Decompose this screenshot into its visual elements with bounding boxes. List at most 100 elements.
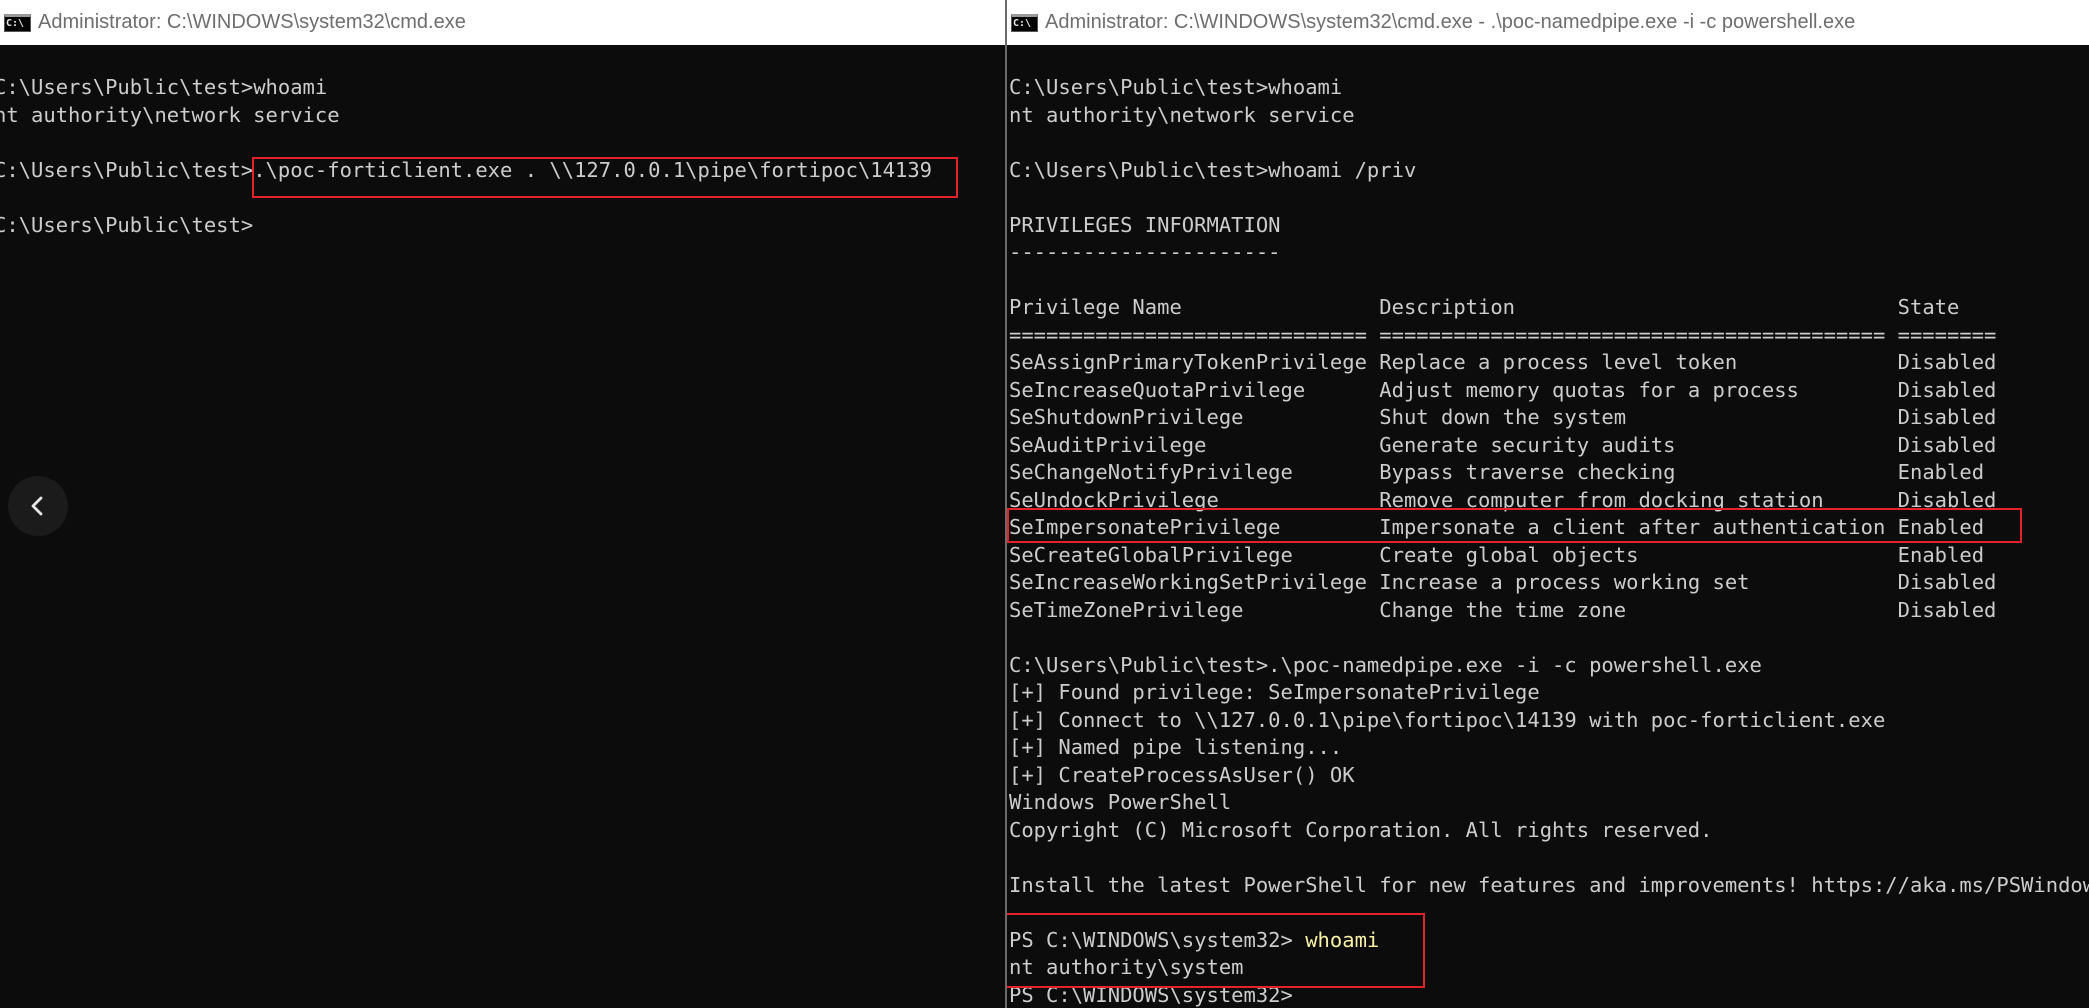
cmd-icon: C:\ [1011, 13, 1038, 32]
console-line: C:\Users\Public\test> [0, 212, 932, 240]
prompt: C:\Users\Public\test> [0, 212, 254, 237]
privilege-description: Adjust memory quotas for a process [1379, 377, 1898, 402]
privilege-description: Shut down the system [1379, 405, 1898, 429]
console-line: C:\Users\Public\test>whoami [0, 74, 932, 102]
privilege-state: Enabled [1897, 542, 1985, 567]
prompt: C:\Users\Public\test> [0, 75, 254, 99]
output: [+] CreateProcessAsUser() OK [1009, 762, 1355, 787]
privilege-row: SeChangeNotifyPrivilege Bypass traverse … [1009, 459, 2089, 487]
output: Windows PowerShell [1009, 790, 1232, 814]
console-line: nt authority\network service [0, 102, 932, 130]
command: whoami [253, 75, 328, 99]
privilege-name: SeIncreaseWorkingSetPrivilege [1009, 570, 1380, 594]
privilege-description: Increase a process working set [1379, 570, 1898, 594]
prompt: C:\Users\Public\test> [0, 157, 254, 182]
ps-final-prompt: PS C:\WINDOWS\system32> [1009, 982, 2089, 1008]
header-privilege-name: Privilege Name [1009, 295, 1380, 319]
output: [+] Connect to \\127.0.0.1\pipe\fortipoc… [1009, 707, 1886, 732]
privilege-row: SeTimeZonePrivilege Change the time zone… [1009, 597, 2089, 625]
privilege-state: Enabled [1897, 460, 1985, 484]
privilege-description: Replace a process level token [1379, 350, 1898, 374]
privilege-name: SeAuditPrivilege [1009, 432, 1380, 457]
output: C:\Users\Public\test>whoami [1009, 75, 1343, 99]
privilege-description: Bypass traverse checking [1379, 460, 1898, 484]
privilege-name: SeCreateGlobalPrivilege [1009, 542, 1380, 567]
privilege-description: Impersonate a client after authenticatio… [1379, 515, 1898, 539]
back-button[interactable] [8, 476, 68, 536]
console-line: Windows PowerShell [1009, 789, 2089, 817]
command: .\poc-forticlient.exe . \\127.0.0.1\pipe… [253, 157, 932, 182]
separator: ============================= ==========… [1009, 322, 1997, 347]
header-description: Description [1379, 295, 1898, 319]
console-line: [+] Connect to \\127.0.0.1\pipe\fortipoc… [1009, 707, 2089, 735]
console-line: PRIVILEGES INFORMATION [1009, 212, 2089, 240]
privilege-name: SeImpersonatePrivilege [1009, 515, 1380, 539]
console-line: [+] CreateProcessAsUser() OK [1009, 762, 2089, 790]
privilege-description: Change the time zone [1379, 597, 1898, 622]
right-console-output[interactable]: C:\Users\Public\test>whoami nt authority\… [1009, 74, 2089, 1008]
privilege-state: Enabled [1897, 515, 1985, 539]
right-terminal-window[interactable]: C:\ Administrator: C:\WINDOWS\system32\c… [1005, 0, 2089, 1008]
privilege-name: SeShutdownPrivilege [1009, 405, 1380, 429]
output: Copyright (C) Microsoft Corporation. All… [1009, 817, 1713, 842]
cmd-icon: C:\ [4, 13, 31, 32]
console-line: [+] Found privilege: SeImpersonatePrivil… [1009, 679, 2089, 707]
output: [+] Found privilege: SeImpersonatePrivil… [1009, 680, 1540, 704]
console-line: C:\Users\Public\test>whoami [1009, 74, 2089, 102]
output: nt authority\network service [0, 102, 340, 127]
console-line: ---------------------- [1009, 239, 2089, 267]
console-line: [+] Named pipe listening... [1009, 734, 2089, 762]
console-line: C:\Users\Public\test>whoami /priv [1009, 157, 2089, 185]
output: C:\Users\Public\test>whoami /priv [1009, 157, 1417, 182]
right-window-title: Administrator: C:\WINDOWS\system32\cmd.e… [1045, 11, 1856, 33]
privileges-header: Privilege Name Description State [1009, 294, 2089, 322]
privilege-row: SeShutdownPrivilege Shut down the system… [1009, 404, 2089, 432]
left-console-output[interactable]: C:\Users\Public\test>whoami nt authority\… [0, 74, 932, 239]
output: nt authority\network service [1009, 102, 1355, 127]
privilege-state: Disabled [1897, 597, 1997, 622]
output: C:\Users\Public\test>.\poc-namedpipe.exe… [1009, 652, 1762, 677]
privilege-state: Disabled [1897, 432, 1997, 457]
privilege-state: Disabled [1897, 405, 1997, 429]
privilege-row: SeIncreaseWorkingSetPrivilege Increase a… [1009, 569, 2089, 597]
privilege-state: Disabled [1897, 350, 1997, 374]
privilege-name: SeTimeZonePrivilege [1009, 597, 1380, 622]
ps-prompt: PS C:\WINDOWS\system32> [1009, 927, 1306, 952]
privilege-name: SeUndockPrivilege [1009, 487, 1380, 512]
right-title-bar[interactable]: C:\ Administrator: C:\WINDOWS\system32\c… [1007, 0, 2089, 45]
privilege-description: Remove computer from docking station [1379, 487, 1898, 512]
privilege-row: SeCreateGlobalPrivilege Create global ob… [1009, 542, 2089, 570]
privilege-name: SeChangeNotifyPrivilege [1009, 460, 1380, 484]
ps-command: whoami [1305, 927, 1380, 952]
ps-output: nt authority\system [1009, 955, 1244, 979]
console-line: Copyright (C) Microsoft Corporation. All… [1009, 817, 2089, 845]
console-line: C:\Users\Public\test>.\poc-namedpipe.exe… [1009, 652, 2089, 680]
privileges-separator: ============================= ==========… [1009, 322, 2089, 350]
left-window-title: Administrator: C:\WINDOWS\system32\cmd.e… [38, 11, 466, 33]
privilege-name: SeAssignPrimaryTokenPrivilege [1009, 350, 1380, 374]
ps-prompt: PS C:\WINDOWS\system32> [1009, 982, 1293, 1007]
privilege-row: SeImpersonatePrivilege Impersonate a cli… [1009, 514, 2089, 542]
left-title-bar[interactable]: C:\ Administrator: C:\WINDOWS\system32\c… [0, 0, 1005, 45]
output: ---------------------- [1009, 240, 1281, 264]
privilege-name: SeIncreaseQuotaPrivilege [1009, 377, 1380, 402]
left-terminal-window[interactable]: C:\ Administrator: C:\WINDOWS\system32\c… [0, 0, 1005, 1008]
privilege-row: SeIncreaseQuotaPrivilege Adjust memory q… [1009, 377, 2089, 405]
console-line: nt authority\network service [1009, 102, 2089, 130]
chevron-left-icon [31, 496, 43, 516]
output: PRIVILEGES INFORMATION [1009, 212, 1281, 237]
privilege-row: SeUndockPrivilege Remove computer from d… [1009, 487, 2089, 515]
console-line: Install the latest PowerShell for new fe… [1009, 872, 2089, 900]
privilege-description: Create global objects [1379, 542, 1898, 567]
ps-output-line: nt authority\system [1009, 954, 2089, 982]
header-state: State [1897, 295, 1960, 319]
privilege-row: SeAuditPrivilege Generate security audit… [1009, 432, 2089, 460]
ps-command-line: PS C:\WINDOWS\system32> whoami [1009, 927, 2089, 955]
